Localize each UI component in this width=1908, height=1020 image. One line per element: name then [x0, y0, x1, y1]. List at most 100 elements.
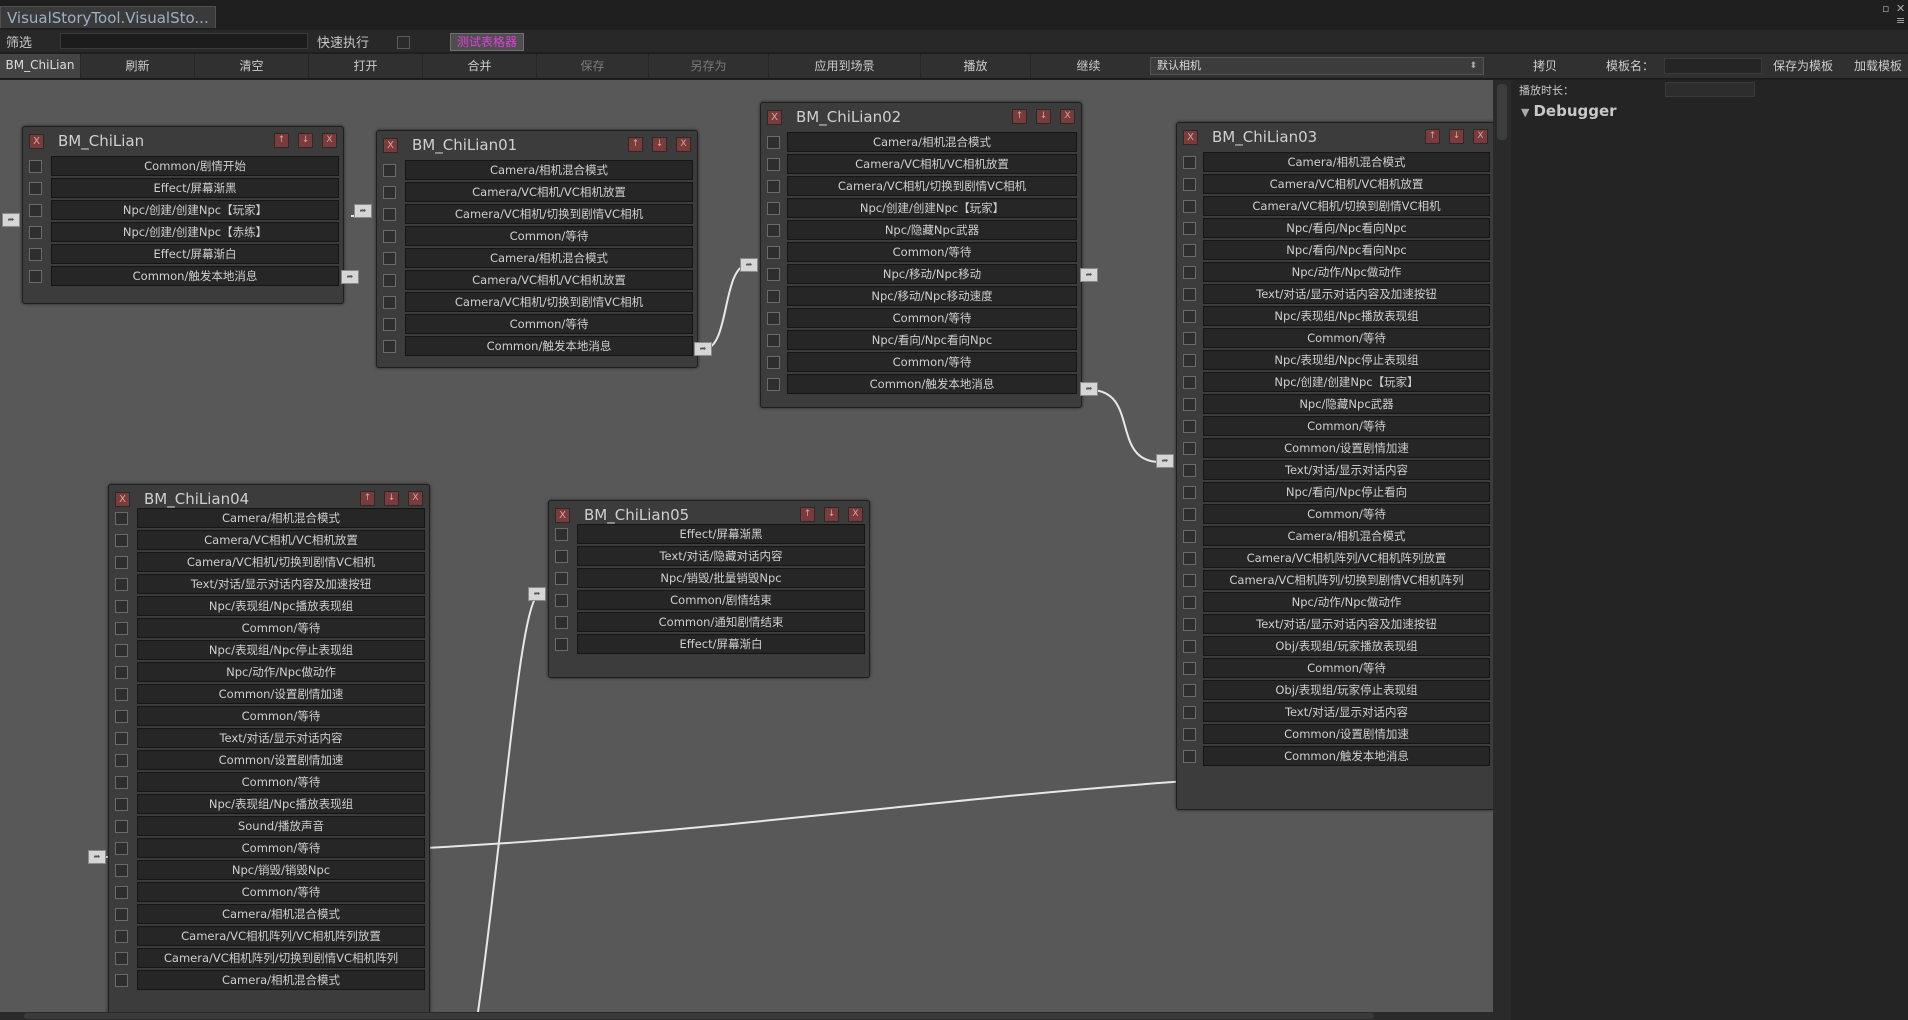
- list-item[interactable]: Obj/表现组/玩家播放表现组: [1177, 635, 1493, 657]
- list-item[interactable]: Common/等待: [1177, 327, 1493, 349]
- output-port-icon[interactable]: ➦: [694, 342, 712, 356]
- clear-button[interactable]: 清空: [194, 54, 308, 78]
- row-checkbox[interactable]: [1183, 530, 1196, 543]
- row-checkbox[interactable]: [1183, 332, 1196, 345]
- row-checkbox[interactable]: [383, 252, 396, 265]
- row-checkbox[interactable]: [767, 136, 780, 149]
- move-down-icon[interactable]: ↓: [1449, 129, 1464, 144]
- row-checkbox[interactable]: [383, 186, 396, 199]
- delete-icon[interactable]: X: [408, 491, 423, 506]
- row-checkbox[interactable]: [29, 270, 42, 283]
- maximize-icon[interactable]: ▫: [1882, 2, 1889, 15]
- move-down-icon[interactable]: ↓: [298, 133, 313, 148]
- node-bm-chilian05[interactable]: X BM_ChiLian05 ↑ ↓ X Effect/屏幕渐黑 Text/对话/隐…: [548, 500, 870, 678]
- node-header[interactable]: X BM_ChiLian ↑ ↓ X: [23, 127, 343, 155]
- list-item[interactable]: Npc/销毁/批量销毁Npc: [549, 567, 869, 589]
- list-item[interactable]: Common/等待: [377, 313, 697, 335]
- row-checkbox[interactable]: [767, 378, 780, 391]
- node-header[interactable]: X BM_ChiLian01 ↑ ↓ X: [377, 131, 697, 159]
- list-item[interactable]: Npc/创建/创建Npc【玩家】: [1177, 371, 1493, 393]
- list-item[interactable]: Common/设置剧情加速: [1177, 437, 1493, 459]
- node-header[interactable]: X BM_ChiLian02 ↑ ↓ X: [761, 103, 1081, 131]
- output-port-icon[interactable]: ➦: [1080, 382, 1098, 396]
- list-item[interactable]: Camera/相机混合模式: [109, 969, 429, 991]
- node-bm-chilian02[interactable]: X BM_ChiLian02 ↑ ↓ X Camera/相机混合模式 Camera/…: [760, 102, 1082, 408]
- row-checkbox[interactable]: [29, 226, 42, 239]
- move-up-icon[interactable]: ↑: [1012, 109, 1027, 124]
- load-template-button[interactable]: 加载模板: [1848, 54, 1908, 78]
- list-item[interactable]: Camera/VC相机/切换到剧情VC相机: [377, 203, 697, 225]
- row-checkbox[interactable]: [555, 572, 568, 585]
- list-item[interactable]: Common/等待: [109, 705, 429, 727]
- row-checkbox[interactable]: [115, 974, 128, 987]
- move-down-icon[interactable]: ↓: [384, 491, 399, 506]
- list-item[interactable]: Common/触发本地消息: [761, 373, 1081, 395]
- delete-icon[interactable]: X: [322, 133, 337, 148]
- list-item[interactable]: Npc/创建/创建Npc【玩家】: [761, 197, 1081, 219]
- list-item[interactable]: Common/等待: [1177, 415, 1493, 437]
- list-item[interactable]: Common/设置剧情加速: [109, 749, 429, 771]
- row-checkbox[interactable]: [115, 776, 128, 789]
- list-item[interactable]: Npc/隐藏Npc武器: [761, 219, 1081, 241]
- apply-to-scene-button[interactable]: 应用到场景: [768, 54, 920, 78]
- camera-select[interactable]: 默认相机 ⬍: [1150, 57, 1484, 75]
- move-up-icon[interactable]: ↑: [274, 133, 289, 148]
- play-duration-input[interactable]: [1665, 82, 1755, 97]
- close-icon[interactable]: X: [1183, 130, 1198, 145]
- list-item[interactable]: Sound/播放声音: [109, 815, 429, 837]
- row-checkbox[interactable]: [555, 528, 568, 541]
- row-checkbox[interactable]: [1183, 596, 1196, 609]
- row-checkbox[interactable]: [115, 688, 128, 701]
- list-item[interactable]: Text/对话/显示对话内容: [109, 727, 429, 749]
- row-checkbox[interactable]: [1183, 266, 1196, 279]
- row-checkbox[interactable]: [1183, 354, 1196, 367]
- tab-bm-chilian[interactable]: BM_ChiLian: [0, 54, 80, 78]
- list-item[interactable]: Common/触发本地消息: [1177, 745, 1493, 767]
- row-checkbox[interactable]: [555, 550, 568, 563]
- move-up-icon[interactable]: ↑: [1425, 129, 1440, 144]
- list-item[interactable]: Common/通知剧情结束: [549, 611, 869, 633]
- filter-input[interactable]: [60, 33, 308, 49]
- list-item[interactable]: Camera/VC相机/切换到剧情VC相机: [377, 291, 697, 313]
- canvas-horizontal-scrollbar[interactable]: [0, 1012, 1511, 1020]
- row-checkbox[interactable]: [1183, 574, 1196, 587]
- row-checkbox[interactable]: [1183, 420, 1196, 433]
- row-checkbox[interactable]: [115, 732, 128, 745]
- list-item[interactable]: Camera/VC相机阵列/VC相机阵列放置: [1177, 547, 1493, 569]
- row-checkbox[interactable]: [767, 268, 780, 281]
- list-item[interactable]: Camera/VC相机阵列/VC相机阵列放置: [109, 925, 429, 947]
- row-checkbox[interactable]: [1183, 728, 1196, 741]
- row-checkbox[interactable]: [555, 616, 568, 629]
- list-item[interactable]: Camera/VC相机/VC相机放置: [377, 269, 697, 291]
- list-item[interactable]: Text/对话/显示对话内容: [1177, 459, 1493, 481]
- close-icon[interactable]: X: [767, 110, 782, 125]
- move-down-icon[interactable]: ↓: [652, 137, 667, 152]
- row-checkbox[interactable]: [767, 312, 780, 325]
- list-item[interactable]: Common/等待: [761, 307, 1081, 329]
- row-checkbox[interactable]: [115, 952, 128, 965]
- row-checkbox[interactable]: [1183, 508, 1196, 521]
- open-button[interactable]: 打开: [308, 54, 422, 78]
- list-item[interactable]: Obj/表现组/玩家停止表现组: [1177, 679, 1493, 701]
- list-item[interactable]: Npc/动作/Npc做动作: [109, 661, 429, 683]
- canvas-vertical-scrollbar[interactable]: [1493, 80, 1511, 1012]
- list-item[interactable]: Effect/屏幕渐白: [23, 243, 343, 265]
- node-graph-canvas[interactable]: X BM_ChiLian ↑ ↓ X Common/剧情开始 Effect/屏幕渐黑…: [0, 80, 1493, 1012]
- move-up-icon[interactable]: ↑: [360, 491, 375, 506]
- row-checkbox[interactable]: [767, 356, 780, 369]
- row-checkbox[interactable]: [115, 930, 128, 943]
- row-checkbox[interactable]: [1183, 156, 1196, 169]
- row-checkbox[interactable]: [1183, 662, 1196, 675]
- list-item[interactable]: Camera/相机混合模式: [1177, 151, 1493, 173]
- save-button[interactable]: 保存: [536, 54, 648, 78]
- list-item[interactable]: Camera/VC相机/VC相机放置: [1177, 173, 1493, 195]
- list-item[interactable]: Text/对话/隐藏对话内容: [549, 545, 869, 567]
- row-checkbox[interactable]: [1183, 706, 1196, 719]
- list-item[interactable]: Common/触发本地消息: [377, 335, 697, 357]
- list-item[interactable]: Npc/表现组/Npc播放表现组: [109, 595, 429, 617]
- list-item[interactable]: Effect/屏幕渐白: [549, 633, 869, 655]
- list-item[interactable]: Npc/隐藏Npc武器: [1177, 393, 1493, 415]
- row-checkbox[interactable]: [767, 246, 780, 259]
- list-item[interactable]: Common/剧情开始: [23, 155, 343, 177]
- list-item[interactable]: Npc/表现组/Npc停止表现组: [109, 639, 429, 661]
